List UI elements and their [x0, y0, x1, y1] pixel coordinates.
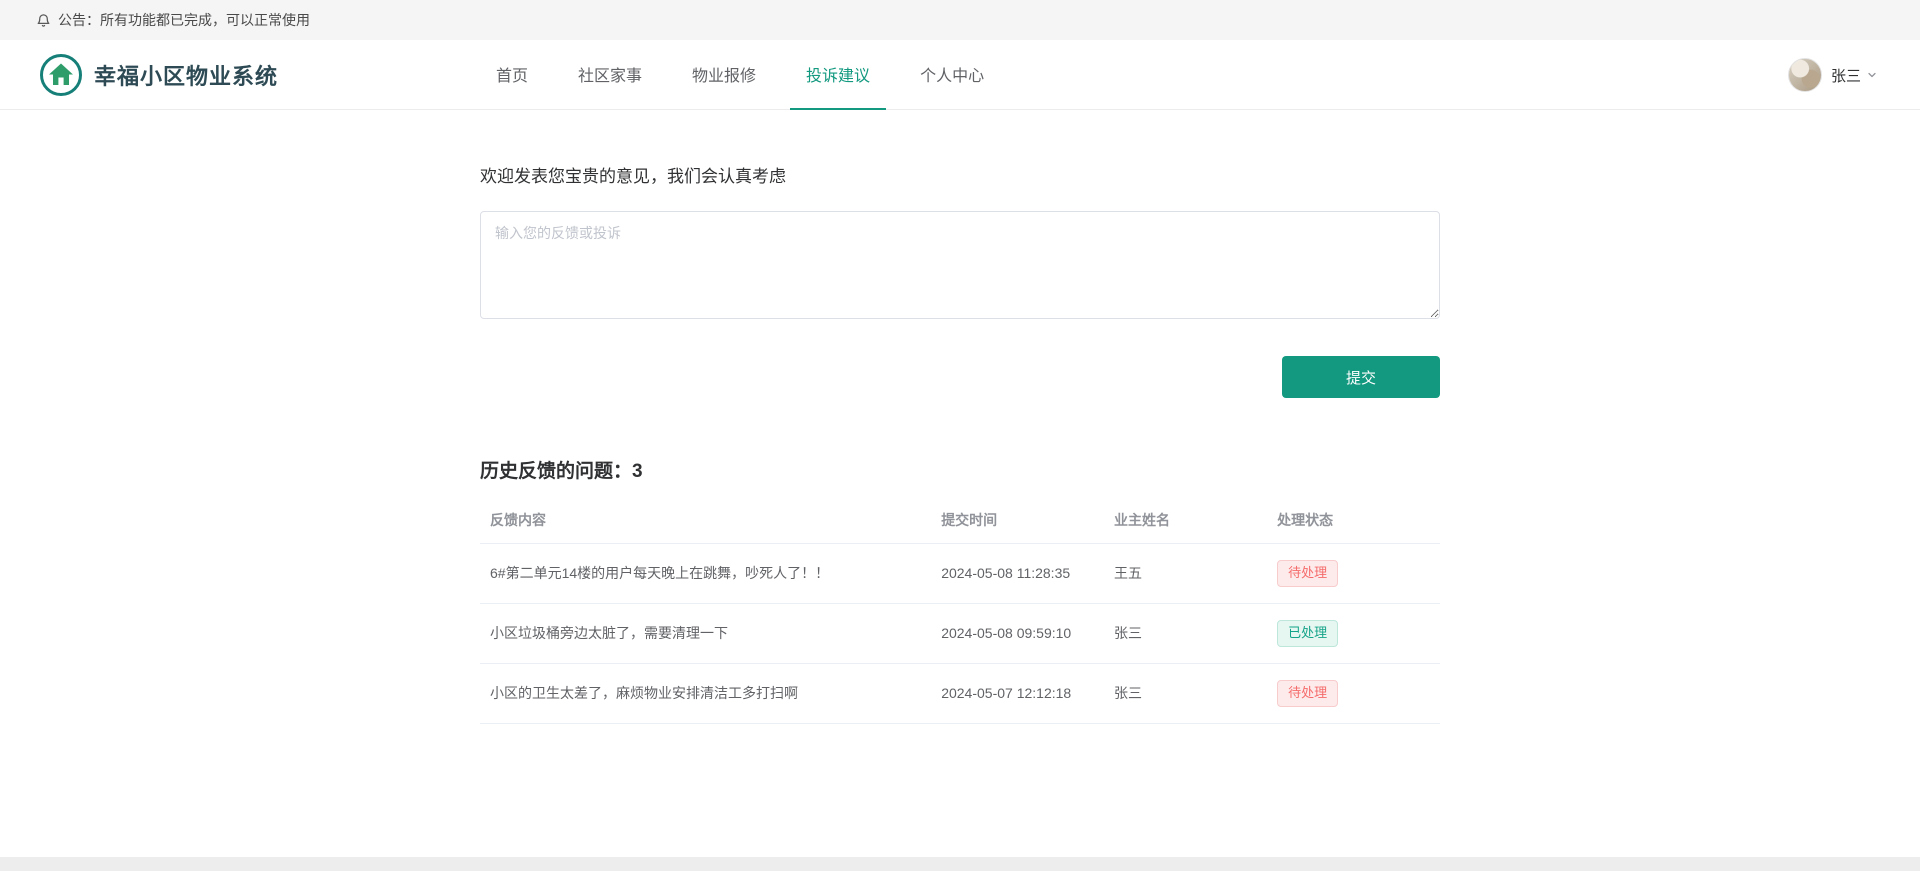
brand[interactable]: 幸福小区物业系统	[40, 40, 278, 110]
submit-time-cell: 2024-05-07 12:12:18	[931, 663, 1104, 724]
page-bottom-strip	[0, 857, 1920, 871]
user-name: 张三	[1830, 67, 1861, 85]
announcement-bar: 公告：所有功能都已完成，可以正常使用	[0, 0, 1920, 40]
feedback-textarea[interactable]	[480, 211, 1440, 319]
history-title: 历史反馈的问题：3	[480, 456, 1440, 483]
status-badge: 待处理	[1277, 679, 1339, 707]
feedback-content-cell: 6#第二单元14楼的用户每天晚上在跳舞，吵死人了！！	[480, 543, 932, 604]
submit-button[interactable]: 提交	[1282, 356, 1440, 398]
submit-row: 提交	[480, 356, 1440, 398]
nav-tab-community[interactable]: 社区家事	[562, 40, 658, 110]
history-title-text: 历史反馈的问题：	[480, 461, 633, 482]
history-count: 3	[632, 461, 643, 482]
owner-name-cell: 张三	[1103, 663, 1268, 724]
owner-name-cell: 张三	[1103, 603, 1268, 664]
nav-tab-repair[interactable]: 物业报修	[676, 40, 772, 110]
col-header-content: 反馈内容	[480, 497, 932, 544]
col-header-owner: 业主姓名	[1103, 497, 1268, 544]
table-row: 6#第二单元14楼的用户每天晚上在跳舞，吵死人了！！ 2024-05-08 11:…	[480, 543, 1440, 604]
feedback-table-body: 6#第二单元14楼的用户每天晚上在跳舞，吵死人了！！ 2024-05-08 11:…	[480, 543, 1440, 724]
community-logo-icon	[40, 54, 82, 96]
bell-icon	[36, 13, 51, 28]
status-badge: 待处理	[1277, 560, 1339, 587]
table-row: 小区垃圾桶旁边太脏了，需要清理一下 2024-05-08 09:59:10 张三 已处…	[480, 603, 1440, 664]
nav-tab-profile[interactable]: 个人中心	[904, 40, 1000, 110]
nav-tab-complaints[interactable]: 投诉建议	[790, 40, 887, 110]
app-header: 幸福小区物业系统 首页 社区家事 物业报修 投诉建议 个人中心 张三	[0, 40, 1920, 110]
submit-time-cell: 2024-05-08 11:28:35	[931, 543, 1104, 604]
col-header-status: 处理状态	[1267, 497, 1440, 544]
feedback-content-cell: 小区的卫生太差了，麻烦物业安排清洁工多打扫啊	[480, 663, 932, 724]
app-title: 幸福小区物业系统	[94, 64, 279, 89]
status-cell: 待处理	[1267, 543, 1440, 604]
feedback-content-cell: 小区垃圾桶旁边太脏了，需要清理一下	[480, 603, 932, 664]
welcome-text: 欢迎发表您宝贵的意见，我们会认真考虑	[480, 167, 786, 186]
main-nav: 首页 社区家事 物业报修 投诉建议 个人中心	[480, 40, 1440, 110]
submit-time-cell: 2024-05-08 09:59:10	[931, 603, 1104, 664]
status-badge: 已处理	[1277, 619, 1339, 647]
chevron-down-icon	[1866, 69, 1878, 81]
col-header-time: 提交时间	[931, 497, 1104, 544]
user-avatar[interactable]	[1787, 58, 1822, 92]
table-row: 小区的卫生太差了，麻烦物业安排清洁工多打扫啊 2024-05-07 12:12:1…	[480, 663, 1440, 724]
user-menu[interactable]: 张三	[1787, 40, 1878, 110]
table-header-row: 反馈内容 提交时间 业主姓名 处理状态	[480, 497, 1440, 544]
feedback-table: 反馈内容 提交时间 业主姓名 处理状态 6#第二单元14楼的用户每天晚上在跳舞，…	[480, 497, 1440, 724]
nav-tab-home[interactable]: 首页	[480, 40, 544, 110]
complaints-page: 欢迎发表您宝贵的意见，我们会认真考虑 提交 历史反馈的问题：3 反馈内容 提交时…	[480, 110, 1440, 724]
status-cell: 待处理	[1267, 663, 1440, 724]
status-cell: 已处理	[1267, 603, 1440, 664]
owner-name-cell: 王五	[1103, 543, 1268, 604]
announcement-text: 公告：所有功能都已完成，可以正常使用	[58, 12, 310, 28]
